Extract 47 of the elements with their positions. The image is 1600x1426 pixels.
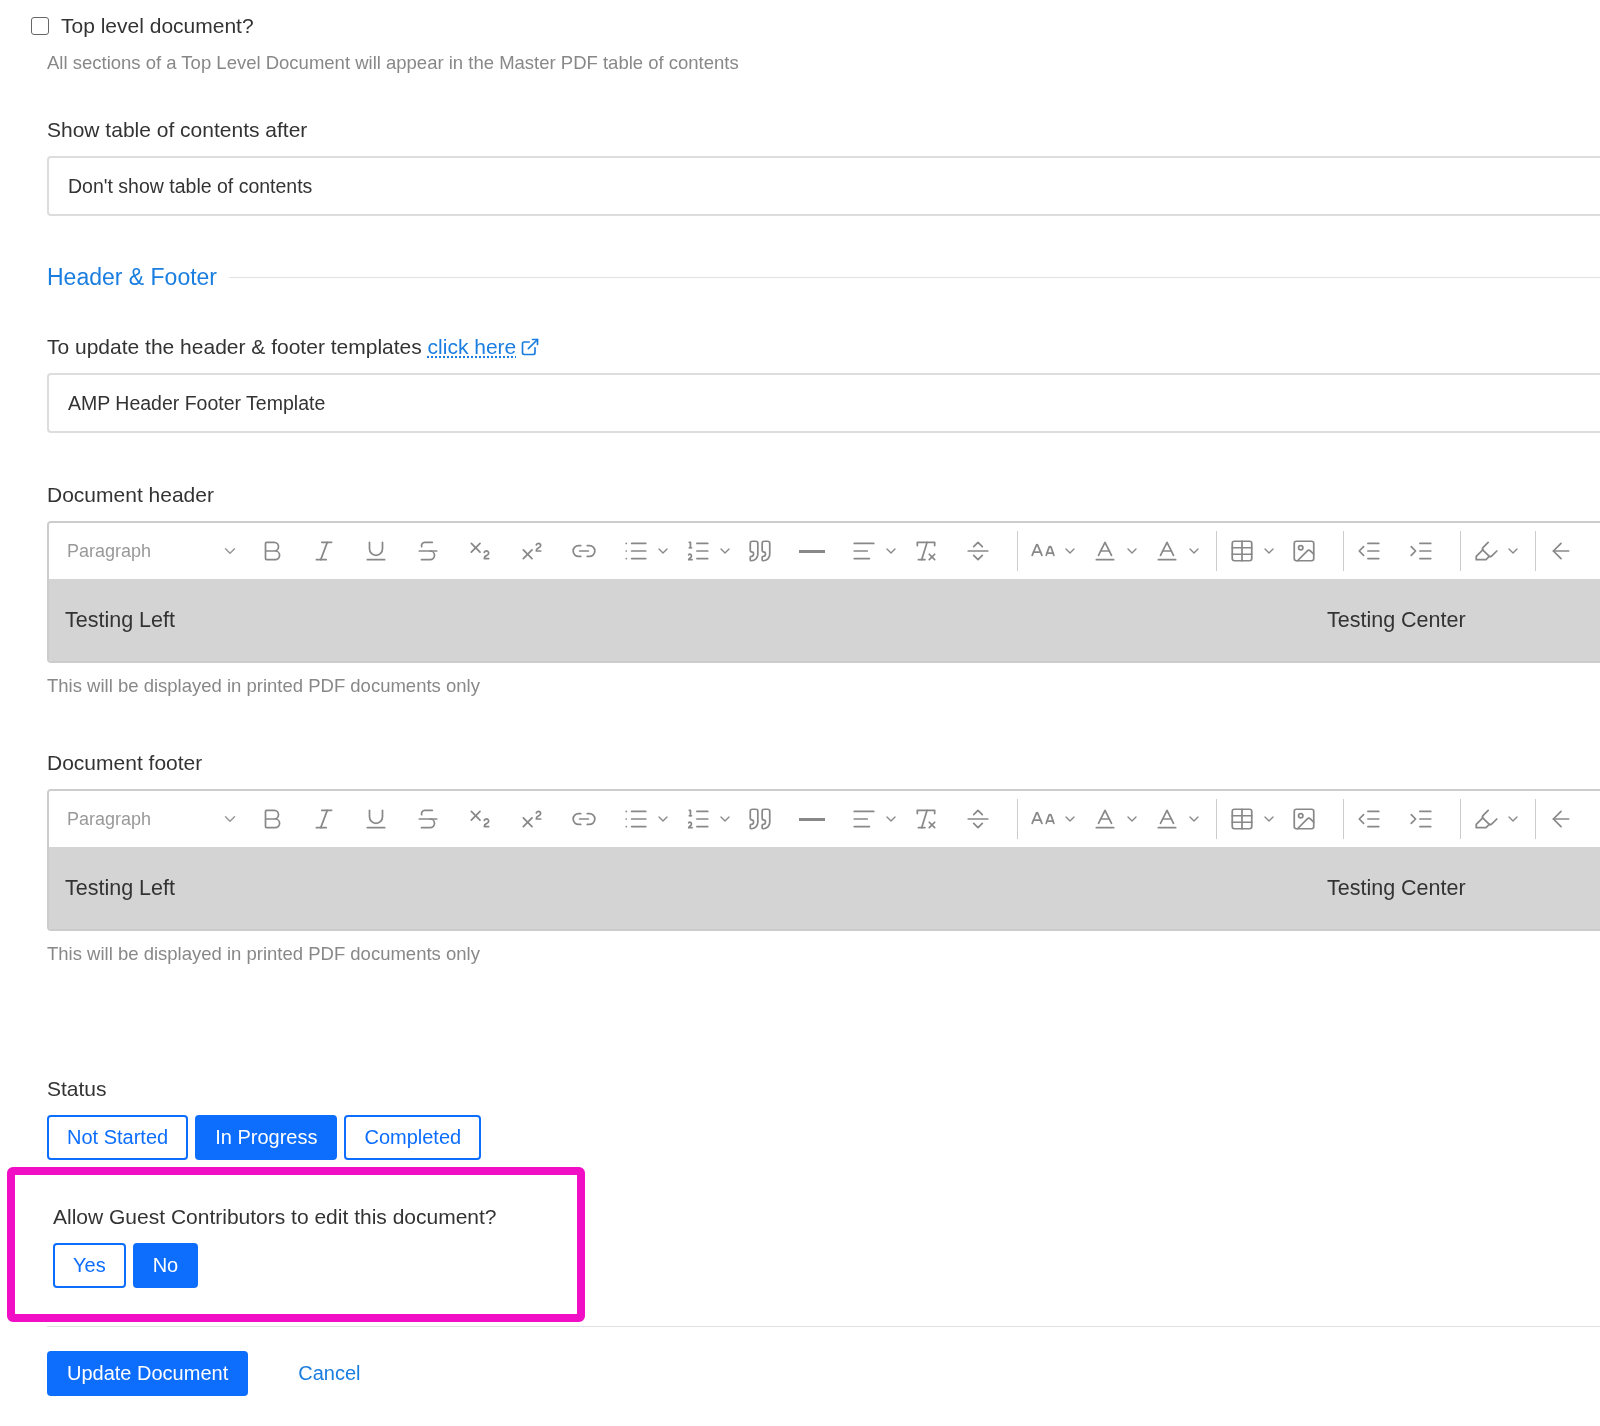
status-button[interactable]: In Progress: [195, 1115, 338, 1160]
select-field[interactable]: AMP Header Footer Template: [47, 373, 1600, 433]
update-document-button[interactable]: Update Document: [47, 1351, 249, 1396]
horizontal-line-button[interactable]: [799, 817, 826, 821]
checkbox-label: Top level document?: [61, 14, 254, 38]
numbered-list-icon: [685, 538, 712, 564]
table-icon: [1229, 538, 1256, 564]
field-label: To update the header & footer templates click here: [47, 335, 1600, 359]
image-icon: [1291, 806, 1318, 832]
horizontal-line-button[interactable]: [799, 549, 826, 553]
quote-icon: [747, 806, 774, 832]
help-text: This will be displayed in printed PDF documents only: [47, 943, 481, 965]
help-text: All sections of a Top Level Document will appear in the Master PDF table of contents: [47, 52, 740, 74]
rich-text-editor[interactable]: Paragraph Testing Left Testing Center: [47, 789, 1600, 931]
section-heading: Header & Footer: [47, 264, 218, 291]
table-icon: [1229, 806, 1256, 832]
image-icon: [1291, 538, 1318, 564]
click-here-link[interactable]: click here: [427, 335, 541, 359]
editor-text: Testing Left: [65, 607, 176, 633]
field-label: Show table of contents after: [47, 118, 309, 142]
editor-text: Testing Center: [1327, 875, 1467, 901]
field-label: Status: [47, 1077, 108, 1101]
rich-text-editor[interactable]: Paragraph Testing Left Testing Center: [47, 521, 1600, 663]
quote-button[interactable]: [747, 538, 774, 564]
image-button[interactable]: [1291, 806, 1318, 832]
horizontal-line-icon: [799, 549, 826, 553]
field-label: Document header: [47, 483, 215, 507]
numbered-list-icon: [685, 806, 712, 832]
quote-button[interactable]: [747, 806, 774, 832]
field-label: Document footer: [47, 751, 204, 775]
editor-text: Testing Center: [1327, 607, 1467, 633]
cancel-link[interactable]: Cancel: [298, 1362, 361, 1385]
status-button[interactable]: Not Started: [47, 1115, 189, 1160]
paragraph-dropdown[interactable]: Paragraph: [67, 808, 240, 830]
status-button[interactable]: Completed: [344, 1115, 482, 1160]
choice-button[interactable]: Yes: [53, 1243, 126, 1288]
horizontal-line-icon: [799, 817, 826, 821]
paragraph-dropdown[interactable]: Paragraph: [67, 540, 240, 562]
help-text: This will be displayed in printed PDF documents only: [47, 675, 481, 697]
checkbox[interactable]: [31, 17, 49, 35]
external-link-icon: [520, 337, 541, 357]
editor-text: Testing Left: [65, 875, 176, 901]
quote-icon: [747, 538, 774, 564]
field-label: Allow Guest Contributors to edit this document?: [53, 1205, 498, 1229]
select-field[interactable]: Don't show table of contents: [47, 156, 1600, 216]
choice-button[interactable]: No: [132, 1243, 199, 1288]
image-button[interactable]: [1291, 538, 1318, 564]
